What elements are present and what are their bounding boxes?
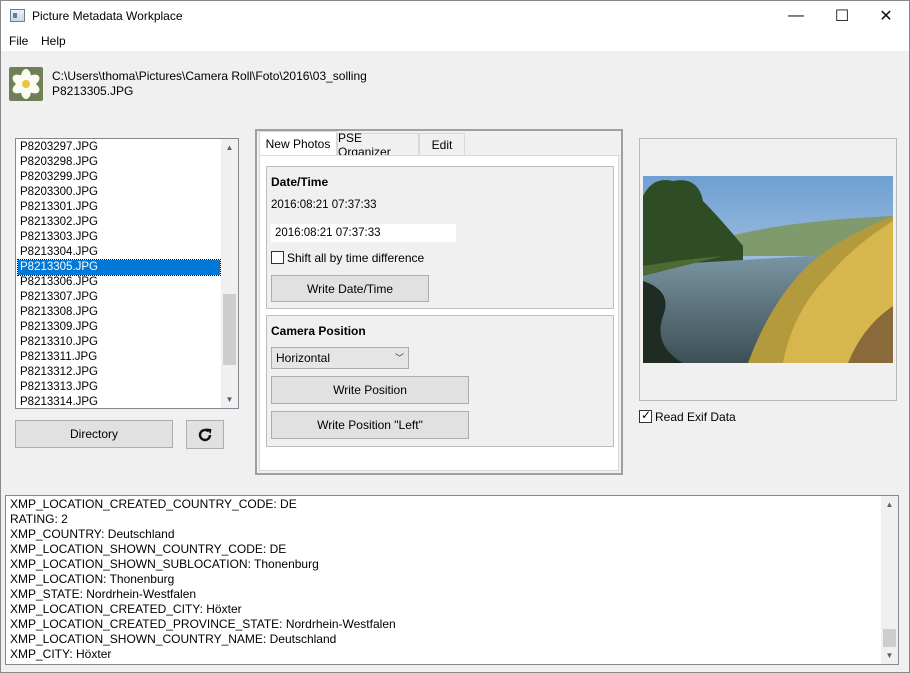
shift-time-checkbox[interactable]	[271, 251, 284, 264]
menu-bar: File Help	[1, 31, 909, 51]
minimize-icon: —	[788, 7, 804, 24]
refresh-button[interactable]	[186, 420, 224, 449]
metadata-line: XMP_COUNTRY: Deutschland	[10, 527, 175, 541]
datetime-group: Date/Time 2016:08:21 07:37:33 2016:08:21…	[266, 166, 614, 309]
window-title: Picture Metadata Workplace	[32, 9, 183, 23]
file-list-item[interactable]: P8213310.JPG	[18, 335, 220, 350]
metadata-line: XMP_LOCATION_CREATED_PROVINCE_STATE: Nor…	[10, 617, 396, 631]
metadata-line: XMP_LOCATION: Thonenburg	[10, 572, 175, 586]
metadata-line: RATING: 2	[10, 512, 68, 526]
directory-button[interactable]: Directory	[15, 420, 173, 448]
read-exif-checkbox[interactable]	[639, 408, 652, 423]
metadata-line: XMP_STATE: Nordrhein-Westfalen	[10, 587, 197, 601]
current-filename: P8213305.JPG	[52, 84, 134, 98]
app-window: Picture Metadata Workplace — ☐ ✕ File He…	[0, 0, 910, 673]
file-list-scrollbar[interactable]: ▲ ▼	[221, 139, 238, 408]
current-directory-path: C:\Users\thoma\Pictures\Camera Roll\Foto…	[52, 69, 367, 83]
app-icon	[10, 9, 25, 22]
file-list-item[interactable]: P8213314.JPG	[18, 395, 220, 408]
file-list-item[interactable]: P8213306.JPG	[18, 275, 220, 290]
camera-position-group: Camera Position Horizontal ﹀ Write Posit…	[266, 315, 614, 447]
file-list-item[interactable]: P8213307.JPG	[18, 290, 220, 305]
file-list-item[interactable]: P8203299.JPG	[18, 170, 220, 185]
file-list-item[interactable]: P8213312.JPG	[18, 365, 220, 380]
image-preview	[639, 138, 897, 401]
metadata-line: XMP_LOCATION_CREATED_COUNTRY_CODE: DE	[10, 497, 297, 511]
file-list-item[interactable]: P8213313.JPG	[18, 380, 220, 395]
maximize-icon: ☐	[834, 8, 850, 25]
river-landscape-photo	[643, 176, 893, 363]
tab-edit[interactable]: Edit	[419, 133, 465, 155]
title-bar: Picture Metadata Workplace — ☐ ✕	[1, 1, 909, 31]
file-list-item[interactable]: P8203300.JPG	[18, 185, 220, 200]
menu-file[interactable]: File	[9, 34, 28, 48]
file-list-item[interactable]: P8213301.JPG	[18, 200, 220, 215]
metadata-line: XMP_LOCATION_SHOWN_SUBLOCATION: Thonenbu…	[10, 557, 319, 571]
file-list-item[interactable]: P8203298.JPG	[18, 155, 220, 170]
tab-pse-organizer[interactable]: PSE Organizer	[337, 131, 419, 159]
close-icon: ✕	[879, 8, 893, 25]
close-button[interactable]: ✕	[863, 1, 909, 31]
position-select-value: Horizontal	[276, 351, 331, 365]
metadata-line: XMP_LOCATION_SHOWN_COUNTRY_NAME: Deutsch…	[10, 632, 337, 646]
file-list-item[interactable]: P8213302.JPG	[18, 215, 220, 230]
datetime-input[interactable]: 2016:08:21 07:37:33	[270, 223, 457, 243]
flower-thumbnail-icon	[9, 67, 43, 101]
file-list-item[interactable]: P8213308.JPG	[18, 305, 220, 320]
write-position-button[interactable]: Write Position	[271, 376, 469, 404]
menu-help[interactable]: Help	[41, 34, 66, 48]
metadata-line: XMP_LOCATION_CREATED_CITY: Höxter	[10, 602, 242, 616]
scroll-down-icon[interactable]: ▼	[221, 391, 238, 408]
file-list-item[interactable]: P8213309.JPG	[18, 320, 220, 335]
scroll-thumb[interactable]	[223, 294, 236, 365]
read-exif-label: Read Exif Data	[655, 410, 736, 424]
camera-position-title: Camera Position	[271, 324, 366, 338]
file-list-item[interactable]: P8213303.JPG	[18, 230, 220, 245]
scroll-down-icon[interactable]: ▼	[881, 647, 898, 664]
position-select[interactable]: Horizontal ﹀	[271, 347, 409, 369]
metadata-line: XMP_CITY: Höxter	[10, 647, 112, 661]
metadata-output[interactable]: XMP_LOCATION_CREATED_COUNTRY_CODE: DE RAT…	[5, 495, 899, 665]
tab-panel: New Photos PSE Organizer Edit Date/Time …	[255, 129, 623, 475]
write-position-left-button[interactable]: Write Position "Left"	[271, 411, 469, 439]
scroll-thumb[interactable]	[883, 629, 896, 647]
file-list-item[interactable]: P8213305.JPG	[17, 259, 221, 276]
refresh-icon	[198, 428, 212, 441]
file-list[interactable]: P8203297.JPG P8203298.JPG P8203299.JPG P820…	[15, 138, 239, 409]
maximize-button[interactable]: ☐	[819, 1, 865, 31]
datetime-group-title: Date/Time	[271, 175, 329, 189]
scroll-up-icon[interactable]: ▲	[221, 139, 238, 156]
metadata-scrollbar[interactable]: ▲ ▼	[881, 496, 898, 664]
file-list-item[interactable]: P8213304.JPG	[18, 245, 220, 260]
shift-time-label: Shift all by time difference	[287, 251, 425, 265]
tab-new-photos[interactable]: New Photos	[259, 131, 337, 155]
minimize-button[interactable]: —	[773, 1, 819, 31]
chevron-down-icon: ﹀	[394, 353, 404, 363]
file-list-item[interactable]: P8203297.JPG	[18, 140, 220, 155]
file-list-item[interactable]: P8213311.JPG	[18, 350, 220, 365]
current-datetime-label: 2016:08:21 07:37:33	[271, 199, 377, 211]
metadata-line: XMP_LOCATION_SHOWN_COUNTRY_CODE: DE	[10, 542, 287, 556]
tab-new-photos-content: Date/Time 2016:08:21 07:37:33 2016:08:21…	[259, 155, 619, 471]
scroll-up-icon[interactable]: ▲	[881, 496, 898, 513]
write-datetime-button[interactable]: Write Date/Time	[271, 275, 429, 302]
